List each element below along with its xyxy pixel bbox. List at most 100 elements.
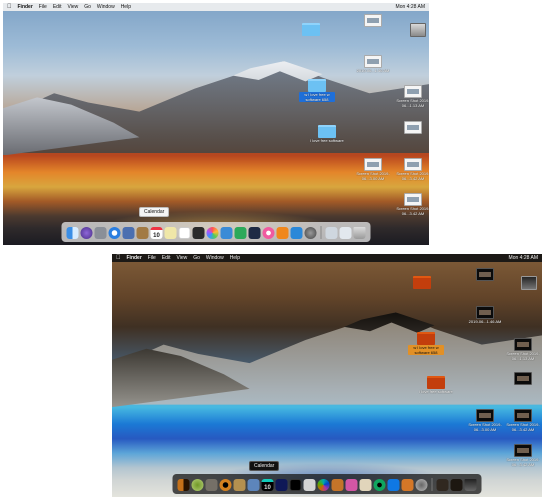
trash-icon[interactable] xyxy=(353,227,366,239)
clock[interactable]: Mon 4:28 AM xyxy=(509,255,538,261)
maps-icon[interactable] xyxy=(303,479,316,491)
screenshot-file-4[interactable] xyxy=(395,121,429,134)
photo-booth-icon[interactable] xyxy=(248,227,261,239)
launchpad-icon[interactable] xyxy=(94,227,107,239)
maps-icon[interactable] xyxy=(192,227,205,239)
system-preferences-icon[interactable] xyxy=(304,227,317,239)
folder-icon xyxy=(413,276,431,289)
screenshot-file-icon xyxy=(404,158,422,171)
menu-view[interactable]: View xyxy=(176,255,187,261)
hard-drive-icon xyxy=(521,276,537,290)
menu-finder[interactable]: Finder xyxy=(127,255,142,261)
screenshot-file-3[interactable]: Screen Shot 2019-06...1.13 AM xyxy=(505,338,541,361)
folder-icon xyxy=(427,376,445,389)
folder-second[interactable]: l love free software xyxy=(418,376,454,394)
menu-go[interactable]: Go xyxy=(193,255,200,261)
siri-icon[interactable] xyxy=(191,479,204,491)
app-store-icon[interactable] xyxy=(290,227,303,239)
screenshot-file-icon xyxy=(364,14,382,27)
downloads-stack-icon[interactable] xyxy=(436,479,449,491)
ibooks-icon[interactable] xyxy=(387,479,400,491)
safari-icon[interactable] xyxy=(219,479,232,491)
siri-icon[interactable] xyxy=(80,227,93,239)
reminders-icon[interactable] xyxy=(178,227,191,239)
screenshot-file-7[interactable]: Screen Shot 2019-06...3.42 AM xyxy=(395,193,429,216)
finder-icon[interactable] xyxy=(66,227,79,239)
photo-booth-icon[interactable] xyxy=(359,479,372,491)
safari-icon[interactable] xyxy=(108,227,121,239)
folder-selected[interactable]: w l love free w software 658 xyxy=(299,79,335,102)
screenshot-file-6[interactable]: Screen Shot 2019-06...3.42 AM xyxy=(395,158,429,181)
documents-stack-icon[interactable] xyxy=(339,227,352,239)
ibooks-icon[interactable] xyxy=(276,227,289,239)
messages-icon[interactable] xyxy=(220,227,233,239)
apple-icon[interactable]:  xyxy=(7,4,12,10)
screenshot-file-2[interactable]: 2019-06...1.46 AM xyxy=(355,55,391,73)
screenshot-file-5[interactable]: Screen Shot 2019-06...3.00 AM xyxy=(355,158,391,181)
screenshot-file-1[interactable] xyxy=(355,14,391,27)
downloads-stack-icon[interactable] xyxy=(325,227,338,239)
folder-label: l love free software xyxy=(419,389,453,394)
itunes-icon[interactable] xyxy=(262,227,275,239)
desktop-screenshot-inverted:  Finder File Edit View Go Window Help M… xyxy=(112,254,542,497)
itunes-icon[interactable] xyxy=(373,479,386,491)
folder-label: l love free software xyxy=(310,138,344,143)
menu-window[interactable]: Window xyxy=(97,4,115,10)
folder-selected[interactable]: w l love free w software 658 xyxy=(408,332,444,355)
calendar-icon[interactable]: 10 xyxy=(150,227,163,239)
screenshot-file-4[interactable] xyxy=(505,372,541,385)
system-preferences-icon[interactable] xyxy=(415,479,428,491)
menu-file[interactable]: File xyxy=(148,255,156,261)
documents-stack-icon[interactable] xyxy=(450,479,463,491)
launchpad-icon[interactable] xyxy=(205,479,218,491)
menu-help[interactable]: Help xyxy=(121,4,131,10)
screenshot-file-icon xyxy=(404,85,422,98)
mail-icon[interactable] xyxy=(122,227,135,239)
folder-icon-top[interactable] xyxy=(293,23,329,36)
menu-edit[interactable]: Edit xyxy=(53,4,62,10)
facetime-icon[interactable] xyxy=(345,479,358,491)
notes-icon[interactable] xyxy=(164,227,177,239)
dock-separator xyxy=(320,226,322,239)
dock: 10 xyxy=(172,474,482,494)
contacts-icon[interactable] xyxy=(136,227,149,239)
facetime-icon[interactable] xyxy=(234,227,247,239)
mail-icon[interactable] xyxy=(233,479,246,491)
menu-go[interactable]: Go xyxy=(84,4,91,10)
photos-icon[interactable] xyxy=(206,227,219,239)
photos-icon[interactable] xyxy=(317,479,330,491)
clock[interactable]: Mon 4:28 AM xyxy=(396,4,425,10)
finder-icon[interactable] xyxy=(177,479,190,491)
hard-drive[interactable] xyxy=(400,23,429,37)
dock-separator xyxy=(431,478,433,491)
comparison-page:  Finder File Edit View Go Window Help M… xyxy=(0,0,552,499)
screenshot-file-2[interactable]: 2019-06...1.46 AM xyxy=(467,306,503,324)
menu-finder[interactable]: Finder xyxy=(18,4,33,10)
screenshot-file-7[interactable]: Screen Shot 2019-06...3.42 AM xyxy=(505,444,541,467)
notes-icon[interactable] xyxy=(275,479,288,491)
screenshot-file-6[interactable]: Screen Shot 2019-06...3.42 AM xyxy=(505,409,541,432)
folder-label: w l love free w software 658 xyxy=(299,92,335,102)
contacts-icon[interactable] xyxy=(247,479,260,491)
menu-file[interactable]: File xyxy=(39,4,47,10)
file-label: Screen Shot 2019-06...3.42 AM xyxy=(396,206,429,216)
app-store-icon[interactable] xyxy=(401,479,414,491)
menu-window[interactable]: Window xyxy=(206,255,224,261)
file-label: Screen Shot 2019-06...3.42 AM xyxy=(396,171,429,181)
menu-help[interactable]: Help xyxy=(230,255,240,261)
hard-drive-icon xyxy=(410,23,426,37)
screenshot-file-3[interactable]: Screen Shot 2019-06...1.13 AM xyxy=(395,85,429,108)
calendar-icon[interactable]: 10 xyxy=(261,479,274,491)
hard-drive[interactable] xyxy=(511,276,542,290)
menu-view[interactable]: View xyxy=(67,4,78,10)
reminders-icon[interactable] xyxy=(289,479,302,491)
messages-icon[interactable] xyxy=(331,479,344,491)
screenshot-file-1[interactable] xyxy=(467,268,503,281)
folder-icon-top[interactable] xyxy=(404,276,440,289)
screenshot-file-icon xyxy=(476,268,494,281)
folder-second[interactable]: l love free software xyxy=(309,125,345,143)
apple-icon[interactable]:  xyxy=(116,255,121,261)
screenshot-file-5[interactable]: Screen Shot 2019-06...3.00 AM xyxy=(467,409,503,432)
menu-edit[interactable]: Edit xyxy=(162,255,171,261)
trash-icon[interactable] xyxy=(464,479,477,491)
